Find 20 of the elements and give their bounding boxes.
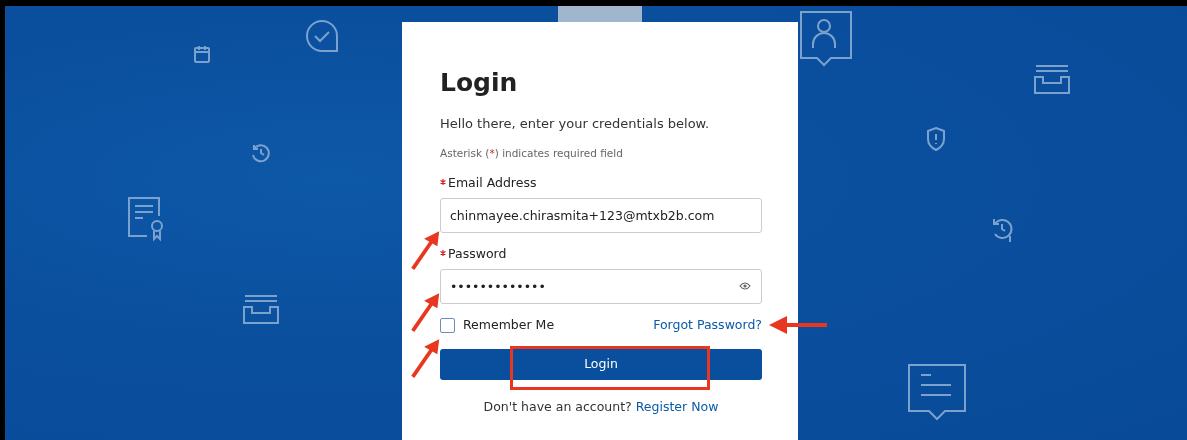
eye-icon[interactable]: [739, 281, 751, 290]
login-title: Login: [440, 68, 519, 98]
register-prompt: Don't have an account?: [483, 398, 632, 414]
email-field[interactable]: chinmayee.chirasmita+123@mtxb2b.com: [440, 198, 762, 233]
forgot-password-link[interactable]: Forgot Password?: [653, 315, 762, 335]
calendar-icon: [193, 44, 211, 64]
register-link[interactable]: Register Now: [635, 398, 719, 414]
greeting-text: Hello there, enter your credentials below.: [440, 115, 711, 133]
user-bubble-icon: [797, 8, 855, 68]
remember-checkbox[interactable]: [440, 317, 455, 333]
password-field[interactable]: •••••••••••••: [440, 268, 762, 304]
shield-alert-icon: [925, 126, 947, 152]
field-label: Email Address: [448, 175, 537, 191]
annotation-arrow: [767, 314, 829, 336]
required-note: Asterisk (*) indicates required field: [440, 145, 624, 161]
history-icon: [250, 142, 272, 164]
login-button[interactable]: Login: [440, 348, 762, 380]
field-label: Password: [448, 246, 507, 261]
remember-label: Remember Me: [463, 315, 555, 334]
check-bubble-icon: [304, 18, 340, 54]
